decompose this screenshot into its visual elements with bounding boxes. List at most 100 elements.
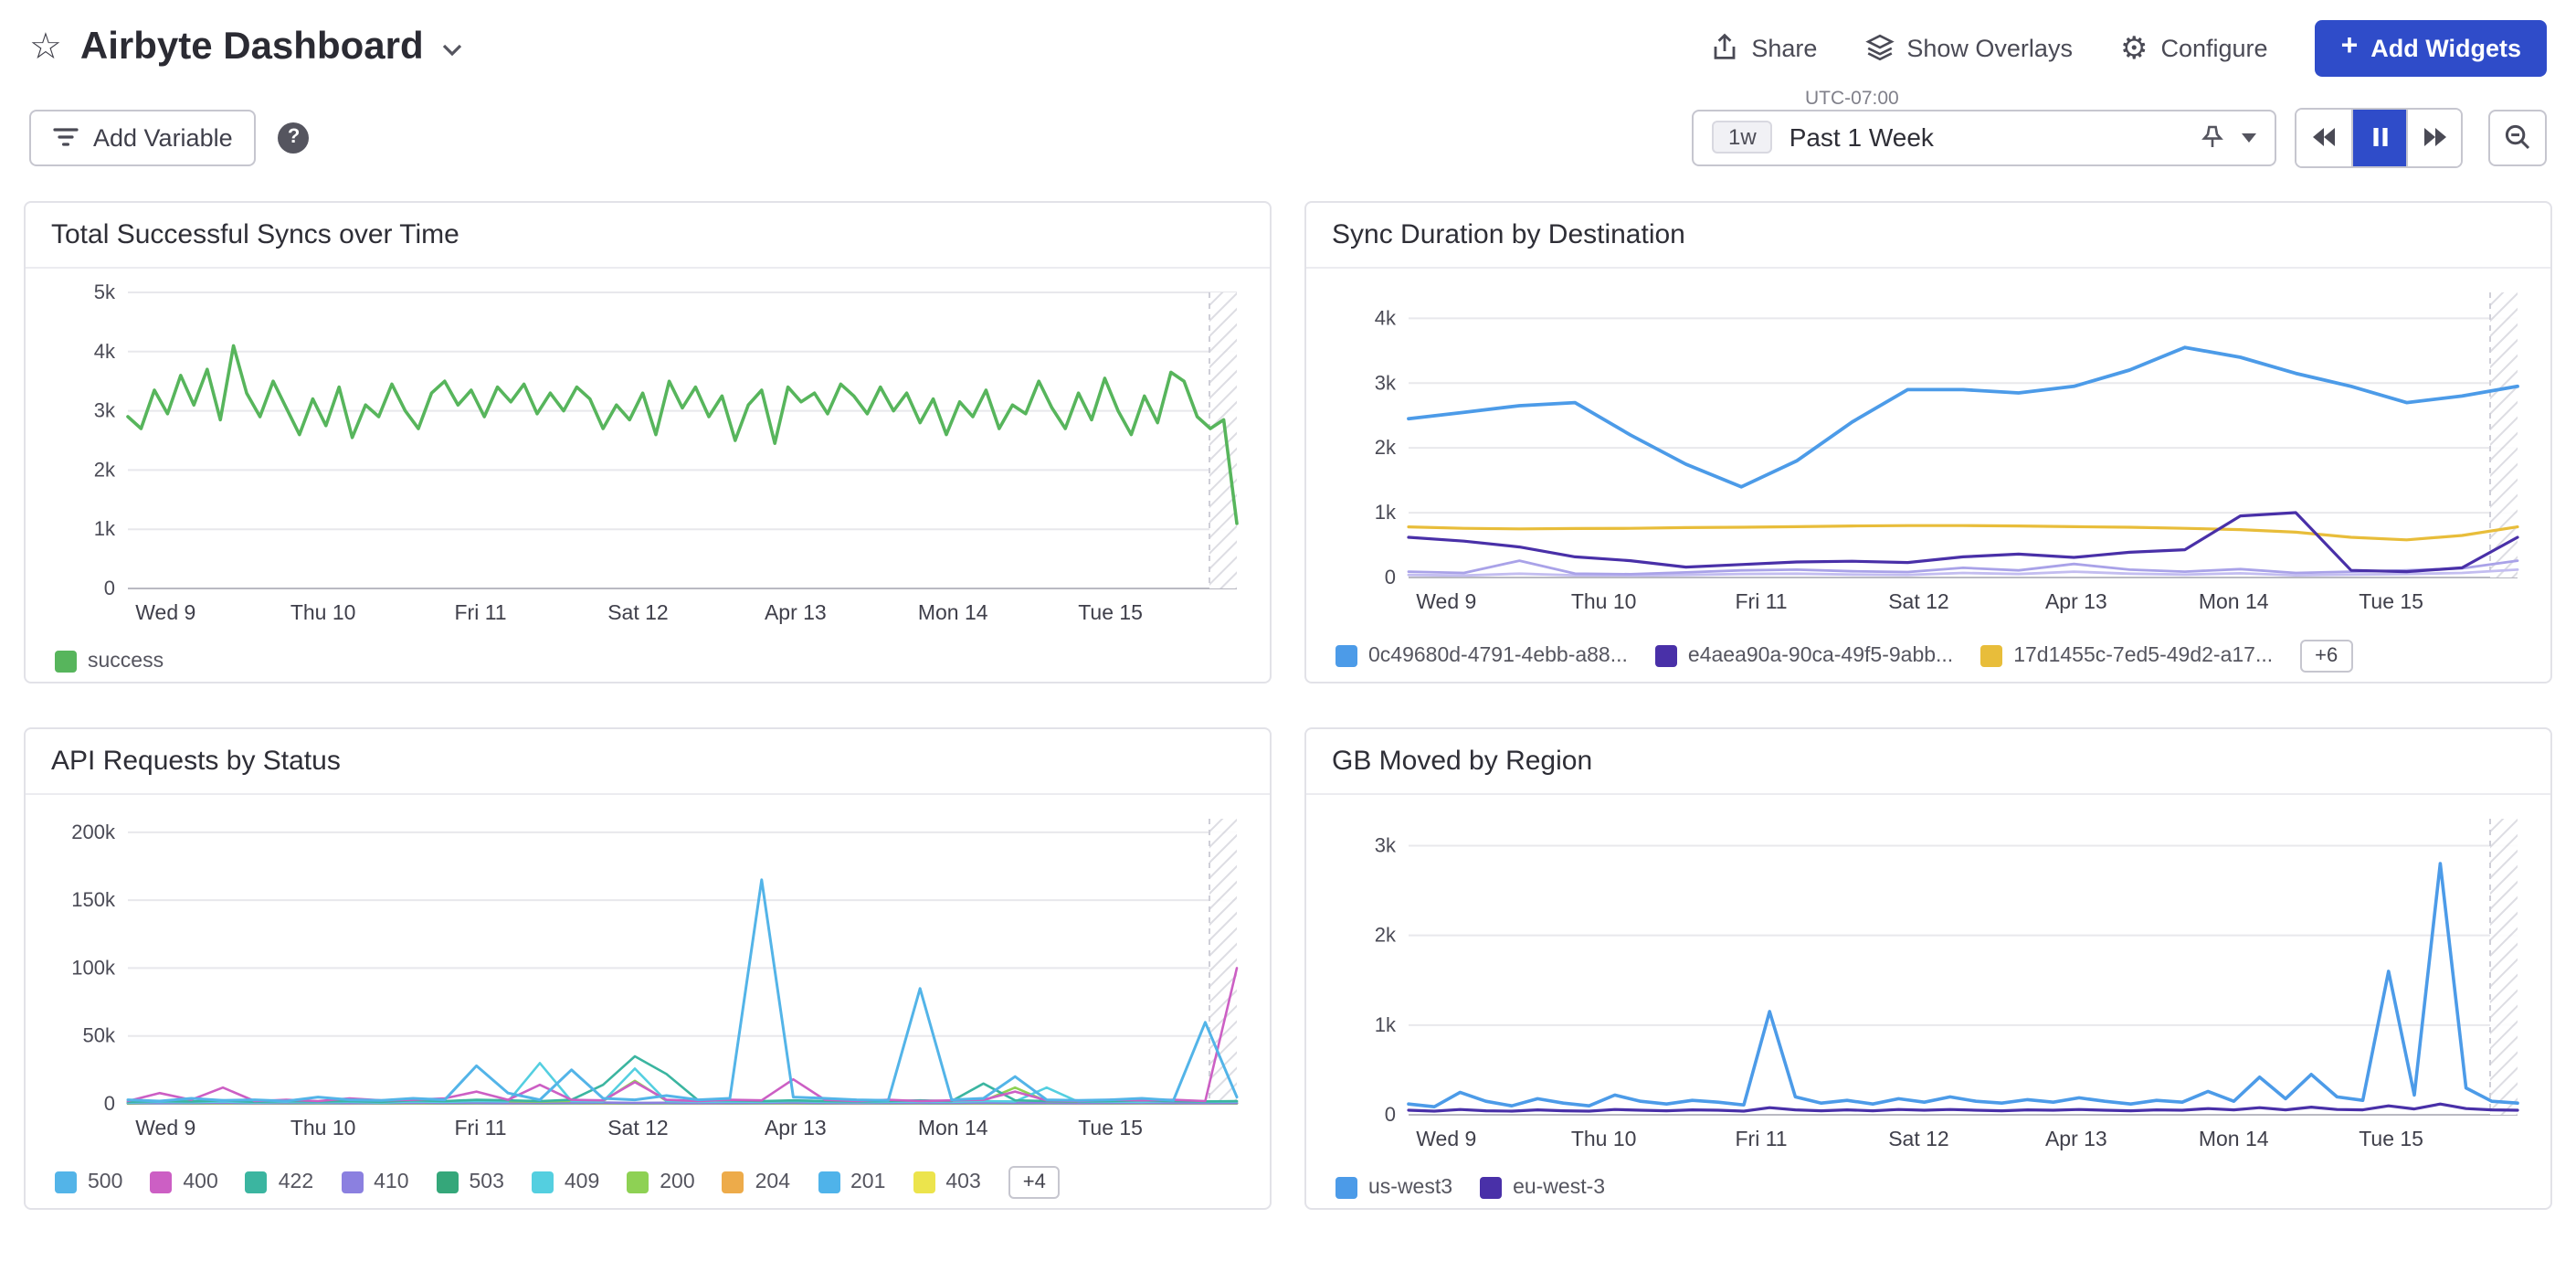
chart-legend: 0c49680d-4791-4ebb-a88... e4aea90a-90ca-4…	[1306, 630, 2550, 683]
legend-item[interactable]: 200	[627, 1171, 694, 1193]
widget-header: GB Moved by Region	[1306, 729, 2550, 795]
time-forward-button[interactable]	[2406, 109, 2461, 165]
svg-text:Sat 12: Sat 12	[607, 1116, 669, 1139]
time-pause-button[interactable]	[2351, 109, 2406, 165]
zoom-out-button[interactable]	[2488, 109, 2547, 165]
legend-item[interactable]: 410	[341, 1171, 408, 1193]
title-group: ☆ Airbyte Dashboard	[29, 26, 462, 69]
svg-text:Apr 13: Apr 13	[2045, 589, 2107, 613]
add-variable-label: Add Variable	[93, 123, 233, 151]
legend-label: 422	[279, 1171, 313, 1193]
legend-swatch-icon	[627, 1171, 649, 1193]
legend-item[interactable]: 403	[913, 1171, 980, 1193]
svg-text:100k: 100k	[71, 956, 116, 979]
configure-button[interactable]: ⚙ Configure	[2120, 32, 2268, 63]
filter-icon	[53, 124, 79, 150]
legend-swatch-icon	[246, 1171, 268, 1193]
svg-text:50k: 50k	[83, 1024, 116, 1047]
legend-item[interactable]: eu-west-3	[1480, 1177, 1605, 1199]
legend-item[interactable]: 400	[150, 1171, 217, 1193]
widget-gb-moved: GB Moved by Region 01k2k3kWed 9Thu 10Fri…	[1304, 727, 2552, 1210]
svg-text:0: 0	[104, 1092, 115, 1115]
legend-item[interactable]: 204	[723, 1171, 790, 1193]
legend-item[interactable]: 422	[246, 1171, 313, 1193]
legend-item[interactable]: 500	[55, 1171, 122, 1193]
share-label: Share	[1751, 34, 1817, 61]
configure-label: Configure	[2160, 34, 2267, 61]
time-range-caret-icon[interactable]	[2242, 132, 2256, 142]
pin-icon[interactable]	[2200, 124, 2225, 150]
title-chevron-down-icon[interactable]	[442, 44, 462, 57]
legend-swatch-icon	[341, 1171, 363, 1193]
svg-text:Mon 14: Mon 14	[918, 1116, 988, 1139]
svg-text:Fri 11: Fri 11	[455, 600, 507, 624]
legend-item[interactable]: success	[55, 651, 164, 673]
svg-text:Tue 15: Tue 15	[2359, 1127, 2423, 1150]
plus-icon: +	[2341, 33, 2359, 62]
time-range-shortcut: 1w	[1712, 121, 1773, 154]
svg-text:Wed 9: Wed 9	[135, 600, 195, 624]
widget-total-successful-syncs: Total Successful Syncs over Time 0 1k 2k 3k…	[24, 201, 1272, 683]
legend-item[interactable]: 0c49680d-4791-4ebb-a88...	[1336, 645, 1628, 667]
svg-text:0: 0	[1385, 1103, 1396, 1126]
utc-offset-label: UTC-07:00	[1805, 87, 1899, 109]
line-chart[interactable]: 01k2k3kWed 9Thu 10Fri 11Sat 12Apr 13Mon …	[1325, 802, 2532, 1168]
widget-header: Sync Duration by Destination	[1306, 203, 2550, 269]
svg-text:3k: 3k	[1375, 833, 1397, 856]
legend-label: success	[88, 651, 164, 673]
legend-label: 400	[183, 1171, 217, 1193]
legend-item[interactable]: 503	[437, 1171, 504, 1193]
svg-text:4k: 4k	[94, 340, 116, 363]
widget-title: GB Moved by Region	[1332, 746, 1592, 777]
legend-swatch-icon	[437, 1171, 459, 1193]
share-button[interactable]: Share	[1709, 33, 1817, 62]
favorite-star-icon[interactable]: ☆	[29, 29, 62, 66]
svg-text:3k: 3k	[94, 399, 116, 422]
legend-item[interactable]: e4aea90a-90ca-49f5-9abb...	[1655, 645, 1953, 667]
dashboard-app: ☆ Airbyte Dashboard Share	[0, 0, 2576, 1261]
time-range-selector[interactable]: 1w Past 1 Week	[1692, 109, 2276, 165]
legend-item[interactable]: 409	[532, 1171, 599, 1193]
show-overlays-label: Show Overlays	[1906, 34, 2073, 61]
widget-header: Total Successful Syncs over Time	[26, 203, 1270, 269]
widget-sync-duration: Sync Duration by Destination 01k2k3k4kWe…	[1304, 201, 2552, 683]
page-title: Airbyte Dashboard	[80, 26, 424, 69]
legend-label: 503	[470, 1171, 504, 1193]
svg-text:Thu 10: Thu 10	[1571, 589, 1637, 613]
svg-text:0: 0	[104, 577, 115, 599]
help-icon[interactable]: ?	[279, 122, 310, 153]
show-overlays-button[interactable]: Show Overlays	[1864, 33, 2073, 62]
svg-text:Thu 10: Thu 10	[1571, 1127, 1637, 1150]
svg-text:Wed 9: Wed 9	[1416, 589, 1476, 613]
legend-swatch-icon	[913, 1171, 934, 1193]
svg-text:Tue 15: Tue 15	[2359, 589, 2423, 613]
line-chart[interactable]: 050k100k150k200kWed 9Thu 10Fri 11Sat 12A…	[44, 802, 1251, 1157]
legend-item[interactable]: 201	[818, 1171, 885, 1193]
svg-text:2k: 2k	[1375, 924, 1397, 947]
add-widgets-button[interactable]: + Add Widgets	[2316, 19, 2547, 76]
widget-api-requests: API Requests by Status 050k100k150k200kW…	[24, 727, 1272, 1210]
time-backward-button[interactable]	[2296, 109, 2351, 165]
svg-text:Fri 11: Fri 11	[1736, 1127, 1788, 1150]
legend-item[interactable]: us-west3	[1336, 1177, 1452, 1199]
svg-text:2k: 2k	[94, 458, 116, 481]
gear-icon: ⚙	[2120, 32, 2148, 63]
svg-text:Wed 9: Wed 9	[135, 1116, 195, 1139]
svg-text:150k: 150k	[71, 888, 116, 911]
legend-label: e4aea90a-90ca-49f5-9abb...	[1688, 645, 1953, 667]
line-chart[interactable]: 01k2k3k4kWed 9Thu 10Fri 11Sat 12Apr 13Mo…	[1325, 276, 2532, 630]
line-chart[interactable]: 01k2k3k4k5kWed 9Thu 10Fri 11Sat 12Apr 13…	[44, 276, 1251, 641]
svg-text:Mon 14: Mon 14	[2199, 589, 2269, 613]
widget-header: API Requests by Status	[26, 729, 1270, 795]
chart-legend: us-west3 eu-west-3	[1306, 1168, 2550, 1210]
legend-item[interactable]: 17d1455c-7ed5-49d2-a17...	[1980, 645, 2273, 667]
add-variable-button[interactable]: Add Variable	[29, 109, 257, 165]
legend-more-badge[interactable]: +6	[2300, 640, 2352, 673]
svg-text:Mon 14: Mon 14	[2199, 1127, 2269, 1150]
legend-more-badge[interactable]: +4	[1008, 1166, 1061, 1199]
svg-text:1k: 1k	[94, 517, 116, 540]
svg-text:Tue 15: Tue 15	[1078, 1116, 1143, 1139]
legend-swatch-icon	[1480, 1177, 1502, 1199]
widget-title: API Requests by Status	[51, 746, 341, 777]
legend-label: 204	[755, 1171, 790, 1193]
